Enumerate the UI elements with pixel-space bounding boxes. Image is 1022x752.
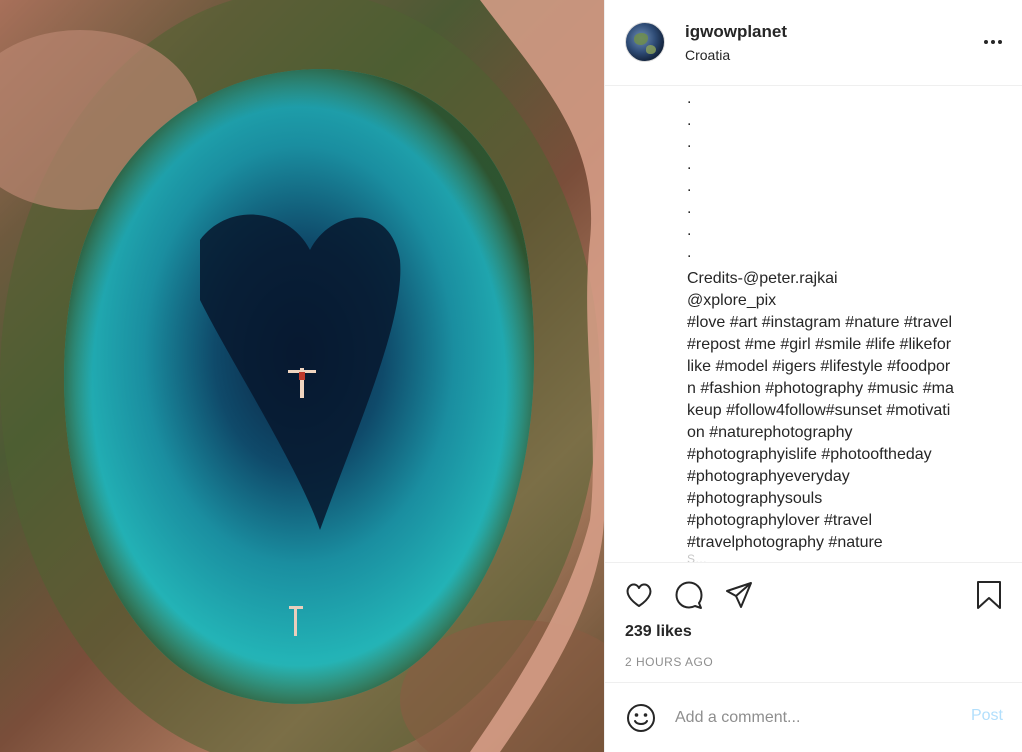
caption-dot: .	[687, 112, 692, 129]
post-header: igwowplanet Croatia	[605, 0, 1022, 86]
caption-line: #photographyislife #photooftheday	[687, 446, 932, 463]
post-panel: igwowplanet Croatia ........ Credits-@pe…	[604, 0, 1022, 752]
caption-dot: .	[687, 134, 692, 151]
avatar[interactable]	[625, 22, 665, 62]
emoji-icon[interactable]	[625, 702, 657, 734]
post-comment-button[interactable]: Post	[971, 707, 1003, 725]
caption-dot: .	[687, 156, 692, 173]
post-caption: ........ Credits-@peter.rajkai @xplore_pi…	[687, 92, 987, 562]
caption-text: Credits-@peter.rajkai @xplore_pix #love #a…	[687, 268, 987, 554]
caption-dot: .	[687, 222, 692, 239]
caption-dot: .	[687, 244, 692, 261]
caption-dot: .	[687, 92, 692, 107]
caption-line: keup #follow4follow#sunset #motivati	[687, 402, 951, 419]
caption-line: #repost #me #girl #smile #life #likefor	[687, 336, 952, 353]
caption-dot: .	[687, 200, 692, 217]
comment-input[interactable]	[675, 705, 945, 731]
more-options-icon[interactable]	[981, 30, 1005, 54]
caption-line: like #model #igers #lifestyle #foodpor	[687, 358, 951, 375]
post-actions: 239 likes 2 HOURS AGO	[605, 562, 1022, 682]
caption-line: on #naturephotography	[687, 424, 853, 441]
heart-icon[interactable]	[623, 579, 655, 611]
caption-line: @xplore_pix	[687, 292, 777, 309]
send-icon[interactable]	[723, 579, 755, 611]
comment-bubble-icon[interactable]	[673, 579, 705, 611]
like-count[interactable]: 239 likes	[625, 623, 692, 641]
caption-line: Credits-@peter.rajkai	[687, 270, 838, 287]
caption-line: #travelphotography #nature	[687, 534, 883, 551]
caption-line: #photographyeveryday	[687, 468, 850, 485]
location-link[interactable]: Croatia	[685, 47, 730, 63]
post-timestamp[interactable]: 2 HOURS AGO	[625, 655, 713, 669]
caption-line: n #fashion #photography #music #ma	[687, 380, 954, 397]
caption-line: #love #art #instagram #nature #travel	[687, 314, 953, 331]
comment-bar: Post	[605, 682, 1022, 752]
lake-aerial-image	[0, 0, 604, 752]
caption-line: #photographysouls	[687, 490, 823, 507]
caption-dots: ........	[687, 92, 987, 268]
caption-line: #photographylover #travel	[687, 512, 873, 529]
post-photo[interactable]	[0, 0, 604, 752]
bookmark-icon[interactable]	[973, 579, 1005, 611]
caption-dot: .	[687, 178, 692, 195]
caption-cutoff: S…	[687, 554, 708, 562]
username-link[interactable]: igwowplanet	[685, 22, 787, 42]
